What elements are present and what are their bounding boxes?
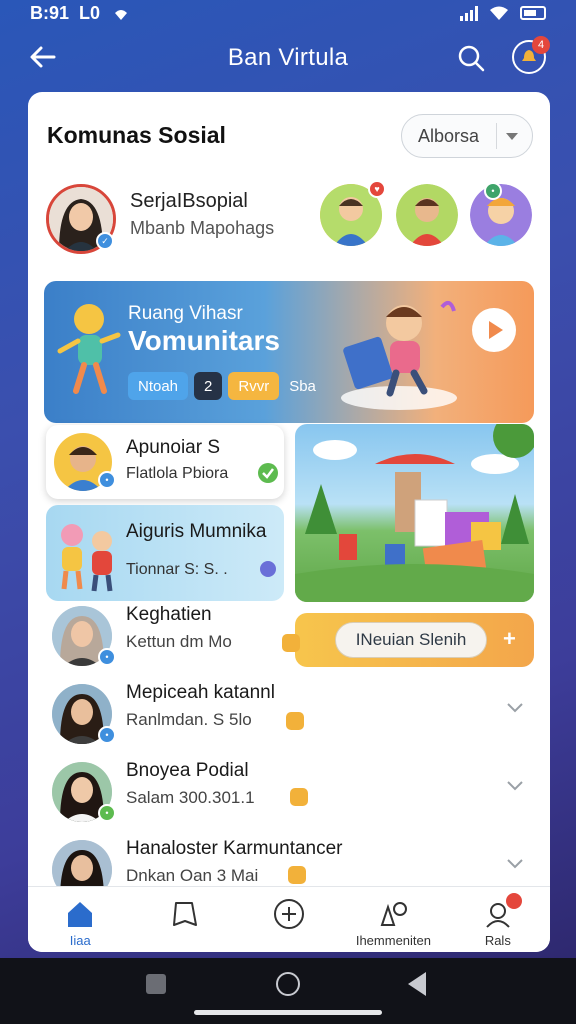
verified-badge-icon: ✓	[96, 232, 114, 250]
profile-subtitle: Mbanb Mapohags	[130, 218, 275, 238]
battery-icon	[520, 6, 546, 20]
nav-saved[interactable]	[132, 887, 236, 952]
check-icon	[258, 463, 278, 483]
system-nav-bar	[0, 958, 576, 1024]
wifi-small-icon	[115, 10, 128, 20]
home-indicator[interactable]	[194, 1010, 382, 1015]
cartoon-reader-icon	[341, 300, 457, 410]
bookmark-icon	[172, 902, 197, 926]
status-right	[460, 5, 546, 21]
banner-kicker: Ruang Vihasr	[128, 303, 243, 324]
playground-scene-icon	[295, 424, 534, 602]
tile-title: Apunoiar S	[126, 437, 221, 458]
filter-dropdown[interactable]: Alborsa	[401, 114, 533, 158]
nav-profile[interactable]: Rals	[446, 887, 550, 952]
bottom-nav: Iiaa Ihemmeniten Rals	[28, 886, 550, 952]
list-name: Bnoyea Podial	[126, 760, 249, 781]
status-bar: B:91 L0	[0, 0, 576, 26]
card-title: Komunas Sosial	[47, 122, 226, 148]
list-item[interactable]: • Keghatien Kettun dm Mo	[46, 598, 536, 670]
filter-value: Alborsa	[418, 125, 480, 146]
banner-chip-2[interactable]: 2	[194, 372, 223, 400]
back-arrow-icon[interactable]	[26, 40, 60, 74]
notification-badge: 4	[532, 36, 550, 54]
banner-headline: Vomunitars	[128, 325, 280, 356]
nav-create[interactable]	[237, 887, 341, 952]
page-title: Ban Virtula	[227, 44, 349, 71]
tile-badge-icon: •	[98, 471, 116, 489]
online-badge-icon: •	[98, 726, 116, 744]
event-tile-1[interactable]: • Apunoiar S Flatlola Pbiora	[46, 425, 284, 499]
nav-label: Ihemmeniten	[355, 933, 431, 948]
chat-badge-icon: •	[484, 182, 502, 200]
settings-icon	[381, 902, 408, 926]
banner-chip-3[interactable]: Rvvr	[228, 372, 280, 400]
play-button[interactable]	[472, 308, 516, 352]
chevron-down-icon	[506, 133, 518, 140]
heart-badge-icon: ♥	[368, 180, 386, 198]
nav-label: Iiaa	[69, 933, 91, 948]
home-circle-icon[interactable]	[276, 972, 300, 996]
profile-row[interactable]: ✓ SerjaIBsopial Mbanb Mapohags ♥ •	[46, 180, 536, 256]
cartoon-kids-icon	[61, 524, 113, 592]
filter-divider	[496, 123, 497, 149]
add-circle-icon	[274, 899, 305, 929]
sticker-icon	[282, 634, 300, 652]
tile-subtitle: Flatlola Pbiora	[126, 465, 229, 482]
chevron-down-icon[interactable]	[506, 854, 524, 872]
dot-icon	[260, 561, 276, 577]
tile-title: Aiguris Mumnika	[126, 521, 267, 542]
sticker-icon	[290, 788, 308, 806]
banner-chip-row: Ntoah 2 Rvvr Sba	[128, 372, 316, 400]
list-subtitle: Dnkan Oan 3 Mai	[126, 866, 259, 885]
profile-name: SerjaIBsopial	[130, 190, 248, 212]
sticker-icon	[286, 712, 304, 730]
chevron-down-icon[interactable]	[506, 776, 524, 794]
list-name: Mepiceah katannl	[126, 682, 275, 703]
nav-home[interactable]: Iiaa	[28, 887, 132, 952]
banner-chip-1[interactable]: Ntoah	[128, 372, 189, 400]
notification-button[interactable]: 4	[512, 36, 550, 74]
list-name: Hanaloster Karmuntancer	[126, 838, 343, 859]
carrier-label: L0	[79, 2, 101, 23]
sticker-icon	[288, 866, 306, 884]
online-badge-icon: •	[98, 804, 116, 822]
home-icon	[68, 902, 93, 927]
list-subtitle: Kettun dm Mo	[126, 632, 232, 651]
app-header: Ban Virtula 4	[0, 30, 576, 86]
list-name: Keghatien	[126, 604, 212, 625]
banner-chip-trailing: Sba	[289, 377, 316, 395]
event-tile-2[interactable]: Aiguris Mumnika Tionnar S: S. .	[46, 505, 284, 601]
playground-illustration[interactable]	[295, 424, 534, 602]
recents-icon[interactable]	[146, 974, 166, 994]
nav-badge	[506, 893, 523, 909]
nav-settings[interactable]: Ihemmeniten	[341, 887, 445, 952]
status-time: B:91	[30, 2, 70, 23]
cartoon-kid-icon	[396, 184, 458, 246]
list-subtitle: Ranlmdan. S 5lo	[126, 710, 252, 729]
tile-subtitle: Tionnar S: S. .	[126, 561, 228, 578]
online-badge-icon: •	[98, 648, 116, 666]
chevron-down-icon[interactable]	[506, 698, 524, 716]
featured-banner[interactable]: Ruang Vihasr Vomunitars Ntoah 2 Rvvr Sba	[44, 281, 534, 423]
status-left: B:91 L0	[30, 3, 132, 24]
list-subtitle: Salam 300.301.1	[126, 788, 255, 807]
list-item[interactable]: • Bnoyea Podial Salam 300.301.1	[46, 754, 536, 826]
community-card: Komunas Sosial Alborsa ✓ SerjaIBsopial M…	[28, 92, 550, 952]
signal-icon	[460, 5, 478, 21]
cartoon-dancer-icon	[57, 304, 121, 394]
member-avatar-2[interactable]	[396, 184, 458, 246]
system-back-icon[interactable]	[408, 972, 426, 996]
play-icon	[489, 321, 503, 339]
wifi-icon	[490, 6, 508, 20]
nav-label: Rals	[484, 933, 511, 948]
search-icon[interactable]	[455, 42, 487, 74]
list-item[interactable]: • Mepiceah katannl Ranlmdan. S 5lo	[46, 676, 536, 748]
